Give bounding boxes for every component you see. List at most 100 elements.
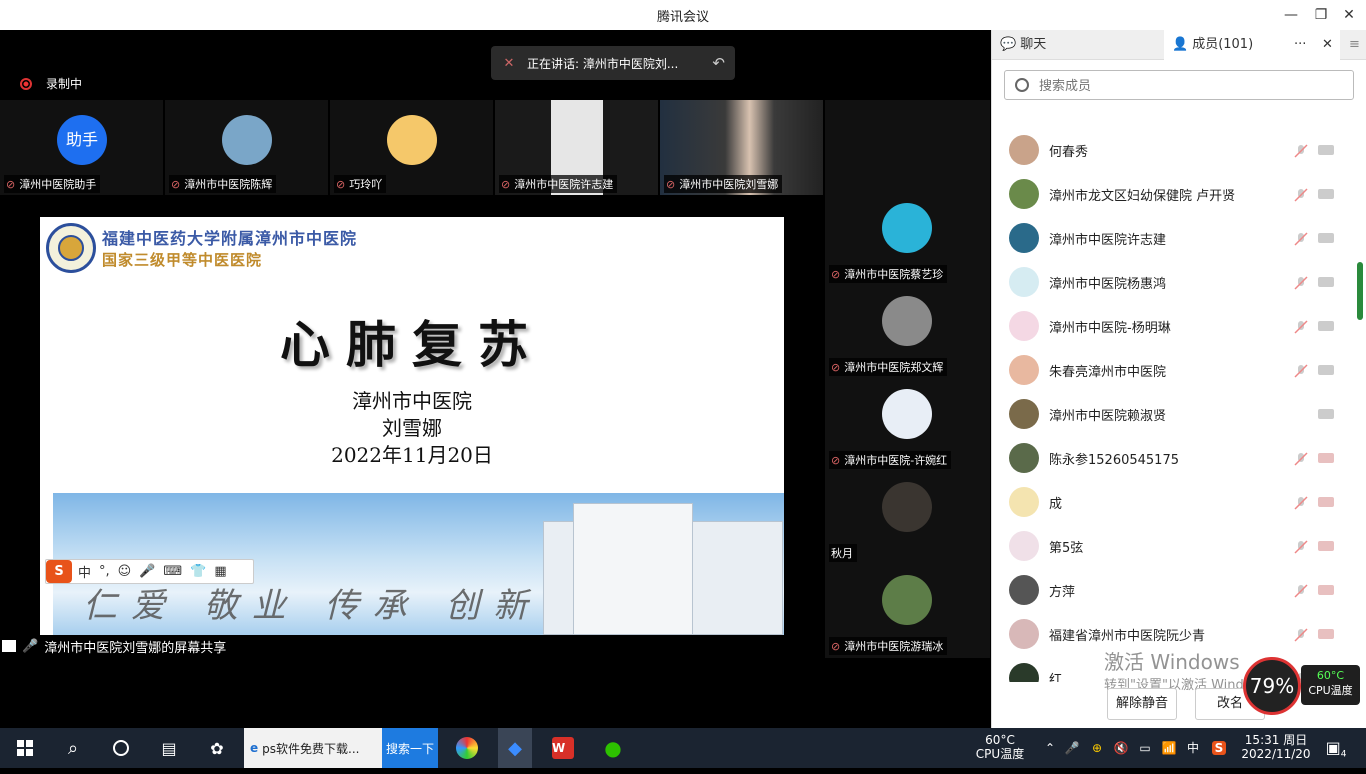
camera-icon[interactable]	[1318, 321, 1334, 331]
cpu-widget[interactable]: 79% 60°C CPU温度	[1243, 655, 1360, 715]
cpu-temp-box: 60°C CPU温度	[1301, 665, 1360, 705]
collapse-icon[interactable]: ↶	[712, 54, 725, 72]
close-button[interactable]: ✕	[1338, 4, 1360, 26]
video-tile[interactable]: ⊘ 漳州市中医院陈辉	[165, 100, 328, 195]
emoji-icon[interactable]: ☺	[118, 564, 132, 579]
video-tile[interactable]: 助手 ⊘ 漳州中医院助手	[0, 100, 163, 195]
more-icon[interactable]: ···	[1294, 30, 1306, 60]
video-tile[interactable]: ⊘ 漳州市中医院游瑞冰	[825, 567, 990, 657]
member-row[interactable]: 第5弦	[992, 524, 1352, 568]
volume-muted-icon[interactable]: 🔇	[1112, 728, 1130, 768]
camera-icon[interactable]	[1318, 189, 1334, 199]
tab-members[interactable]: 👤 成员(101) ··· ✕	[1164, 30, 1340, 60]
wechat-icon[interactable]: ●	[596, 728, 630, 768]
mic-muted-icon: ⊘	[171, 177, 181, 191]
ie-taskbar-item[interactable]: e ps软件免费下载...	[244, 728, 382, 768]
mic-muted-icon[interactable]	[1294, 363, 1308, 378]
member-row[interactable]: 漳州市中医院赖淑贤	[992, 392, 1352, 436]
mic-muted-icon[interactable]	[1294, 231, 1308, 246]
mic-tray-icon[interactable]: 🎤	[1064, 728, 1080, 768]
windows-start-icon[interactable]	[8, 728, 42, 768]
voice-icon[interactable]: 🎤	[139, 564, 155, 579]
video-tile[interactable]: 秋月	[825, 474, 990, 564]
mic-muted-icon[interactable]	[1294, 319, 1308, 334]
mic-muted-icon: ⊘	[501, 177, 511, 191]
member-search[interactable]	[1004, 70, 1354, 100]
battery-icon[interactable]: ▭	[1136, 728, 1154, 768]
restore-button[interactable]: ❐	[1310, 4, 1332, 26]
member-row[interactable]: 漳州市中医院-杨明琳	[992, 304, 1352, 348]
video-tile[interactable]: ⊘ 巧玲吖	[330, 100, 493, 195]
camera-off-icon[interactable]	[1318, 497, 1334, 507]
member-search-input[interactable]	[1039, 77, 1319, 93]
member-name: 成	[1049, 496, 1063, 512]
video-tile[interactable]: ⊘ 漳州市中医院-许婉红	[825, 381, 990, 471]
show-hidden-icons[interactable]: ⌃	[1042, 728, 1058, 768]
member-list-scrollbar[interactable]	[1357, 262, 1363, 320]
ime-toolbar[interactable]: S 中 °, ☺ 🎤 ⌨ 👕 ▦	[45, 559, 254, 584]
app-icon[interactable]: ✿	[200, 728, 234, 768]
panel-menu-icon[interactable]: ≡	[1342, 30, 1366, 60]
tab-chat[interactable]: 💬 聊天	[992, 30, 1164, 60]
mic-muted-icon[interactable]	[1294, 539, 1308, 554]
member-name: 方萍	[1049, 584, 1076, 600]
sogou-tray-icon[interactable]: S	[1208, 728, 1230, 768]
member-row[interactable]: 漳州市龙文区妇幼保健院 卢开贤	[992, 172, 1352, 216]
tencent-meeting-icon[interactable]: ◆	[498, 728, 532, 768]
search-once-button[interactable]: 搜索一下	[382, 728, 438, 768]
clock[interactable]: 15:31 周日 2022/11/20	[1238, 728, 1314, 768]
network-icon[interactable]: 📶	[1160, 728, 1178, 768]
keyboard-icon[interactable]: ⌨	[163, 564, 182, 579]
skin-icon[interactable]: 👕	[190, 564, 206, 579]
camera-icon[interactable]	[1318, 145, 1334, 155]
member-row[interactable]: 朱春亮漳州市中医院	[992, 348, 1352, 392]
sogou-logo-icon[interactable]: S	[46, 560, 72, 583]
panel-close-icon[interactable]: ✕	[1322, 30, 1333, 60]
ime-tray[interactable]: 中	[1184, 728, 1202, 768]
video-tile[interactable]: ⊘ 漳州市中医院郑文辉	[825, 288, 990, 378]
camera-off-icon[interactable]	[1318, 585, 1334, 595]
camera-off-icon[interactable]	[1318, 629, 1334, 639]
wps-icon[interactable]: W	[546, 728, 580, 768]
member-row[interactable]: 何春秀	[992, 128, 1352, 172]
member-row[interactable]: 漳州市中医院杨惠鸿	[992, 260, 1352, 304]
video-tile[interactable]: ⊘ 漳州市中医院许志建	[495, 100, 658, 195]
camera-icon[interactable]	[1318, 409, 1334, 419]
mic-muted-icon: ⊘	[6, 177, 16, 191]
ime-punct[interactable]: °,	[99, 564, 110, 579]
member-row[interactable]: 方萍	[992, 568, 1352, 612]
camera-off-icon[interactable]	[1318, 453, 1334, 463]
participant-name: ⊘ 漳州市中医院刘雪娜	[664, 175, 783, 193]
notification-icon[interactable]: ▣4	[1322, 728, 1350, 768]
toolbox-icon[interactable]: ▦	[214, 564, 226, 579]
recording-indicator[interactable]: 录制中	[20, 75, 82, 92]
camera-off-icon[interactable]	[1318, 541, 1334, 551]
cortana-icon[interactable]	[104, 728, 138, 768]
avatar	[882, 203, 932, 253]
mic-muted-icon[interactable]	[1294, 451, 1308, 466]
ime-mode[interactable]: 中	[78, 562, 91, 581]
member-row[interactable]: 漳州市中医院许志建	[992, 216, 1352, 260]
mic-muted-icon[interactable]	[1294, 495, 1308, 510]
task-view-icon[interactable]: ▤	[152, 728, 186, 768]
camera-icon[interactable]	[1318, 277, 1334, 287]
mic-muted-icon[interactable]	[1294, 187, 1308, 202]
member-row[interactable]: 成	[992, 480, 1352, 524]
mic-muted-icon[interactable]	[1294, 143, 1308, 158]
mic-muted-icon[interactable]	[1294, 583, 1308, 598]
search-icon[interactable]: ⌕	[56, 728, 90, 768]
member-row[interactable]: 陈永参15260545175	[992, 436, 1352, 480]
video-tile[interactable]: ⊘ 漳州市中医院刘雪娜	[660, 100, 823, 195]
minimize-button[interactable]: —	[1280, 4, 1302, 26]
mic-muted-icon[interactable]	[1294, 275, 1308, 290]
avatar	[882, 296, 932, 346]
video-tile[interactable]: ⊘ 漳州市中医院蔡艺珍	[825, 195, 990, 285]
unmute-all-button[interactable]: 解除静音	[1107, 688, 1177, 720]
camera-icon[interactable]	[1318, 233, 1334, 243]
camera-icon[interactable]	[1318, 365, 1334, 375]
speaking-banner: ✕ 正在讲话: 漳州市中医院刘... ↶	[491, 46, 735, 80]
mic-muted-icon[interactable]	[1294, 627, 1308, 642]
tray-cpu-temp[interactable]: 60°C CPU温度	[972, 728, 1028, 768]
browser-icon[interactable]	[450, 728, 484, 768]
plus-tray-icon[interactable]: ⊕	[1088, 728, 1106, 768]
